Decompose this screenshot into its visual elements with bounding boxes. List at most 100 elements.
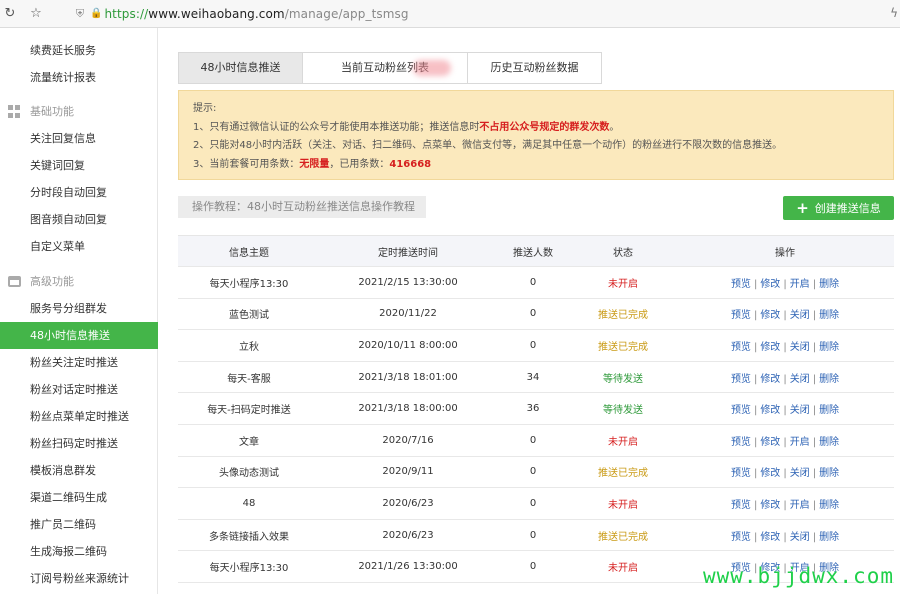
cell-count: 0	[496, 530, 570, 541]
edit-link[interactable]: 修改	[760, 532, 780, 543]
delete-link[interactable]: 删除	[819, 532, 839, 543]
sidebar-item-scan-push[interactable]: 粉丝扫码定时推送	[0, 430, 158, 457]
sidebar-item-keyword-reply[interactable]: 关键词回复	[0, 152, 158, 179]
cell-status: 推送已完成	[570, 306, 676, 321]
delete-link[interactable]: 删除	[819, 342, 839, 353]
notice-line-2: 2、只能对48小时内活跃（关注、对话、扫二维码、点菜单、微信支付等，满足其中任意…	[193, 137, 879, 156]
toggle-link[interactable]: 关闭	[790, 405, 810, 416]
edit-link[interactable]: 修改	[760, 374, 780, 385]
cell-topic: 每天-客服	[178, 370, 320, 385]
separator: |	[783, 310, 786, 321]
sidebar-group-basic: 基础功能	[0, 98, 158, 125]
toggle-link[interactable]: 关闭	[790, 310, 810, 321]
toggle-link[interactable]: 开启	[790, 279, 810, 290]
preview-link[interactable]: 预览	[731, 405, 751, 416]
preview-link[interactable]: 预览	[731, 500, 751, 511]
sidebar-item-48h-push[interactable]: 48小时信息推送	[0, 322, 158, 349]
cell-actions: 预览|修改|关闭|删除	[676, 370, 894, 385]
address-bar[interactable]: https://www.weihaobang.com/manage/app_ts…	[104, 7, 408, 21]
table-row: 头像动态测试2020/9/110推送已完成预览|修改|关闭|删除	[178, 457, 894, 489]
delete-link[interactable]: 删除	[819, 405, 839, 416]
toggle-link[interactable]: 开启	[790, 500, 810, 511]
star-icon[interactable]: ☆	[28, 6, 44, 22]
table-row: 每天-客服2021/3/18 18:01:0034等待发送预览|修改|关闭|删除	[178, 362, 894, 394]
separator: |	[754, 342, 757, 353]
sidebar-item-menu-push[interactable]: 粉丝点菜单定时推送	[0, 403, 158, 430]
edit-link[interactable]: 修改	[760, 310, 780, 321]
sidebar-item-renew[interactable]: 续费延长服务	[0, 37, 158, 64]
sidebar-item-group-send[interactable]: 服务号分组群发	[0, 295, 158, 322]
watermark: www.bjjdwx.com	[703, 564, 894, 588]
notice-text: ，已用条数：	[329, 159, 389, 170]
toggle-link[interactable]: 关闭	[790, 468, 810, 479]
sidebar-item-promoter-qrcode[interactable]: 推广员二维码	[0, 511, 158, 538]
edit-link[interactable]: 修改	[760, 405, 780, 416]
tab-48h-push[interactable]: 48小时信息推送	[179, 53, 303, 83]
cell-count: 0	[496, 466, 570, 477]
preview-link[interactable]: 预览	[731, 468, 751, 479]
toggle-link[interactable]: 关闭	[790, 342, 810, 353]
preview-link[interactable]: 预览	[731, 310, 751, 321]
edit-link[interactable]: 修改	[760, 437, 780, 448]
push-table: 信息主题 定时推送时间 推送人数 状态 操作 每天小程序13:302021/2/…	[178, 235, 894, 583]
cell-time: 2020/9/11	[320, 466, 496, 477]
delete-link[interactable]: 删除	[819, 374, 839, 385]
preview-link[interactable]: 预览	[731, 374, 751, 385]
delete-link[interactable]: 删除	[819, 437, 839, 448]
edit-link[interactable]: 修改	[760, 500, 780, 511]
delete-link[interactable]: 删除	[819, 468, 839, 479]
delete-link[interactable]: 删除	[819, 279, 839, 290]
notice-text: 1、只有通过微信认证的公众号才能使用本推送功能；推送信息时	[193, 122, 479, 133]
sidebar-item-timed-reply[interactable]: 分时段自动回复	[0, 179, 158, 206]
create-push-button[interactable]: + 创建推送信息	[783, 196, 894, 220]
delete-link[interactable]: 删除	[819, 310, 839, 321]
separator: |	[754, 310, 757, 321]
notice-text: 。	[609, 122, 619, 133]
preview-link[interactable]: 预览	[731, 437, 751, 448]
notice-box: 提示: 1、只有通过微信认证的公众号才能使用本推送功能；推送信息时不占用公众号规…	[178, 90, 894, 180]
reload-icon[interactable]: ↻	[2, 6, 18, 22]
sidebar-item-fans-source[interactable]: 订阅号粉丝来源统计	[0, 565, 158, 592]
preview-link[interactable]: 预览	[731, 342, 751, 353]
separator: |	[813, 500, 816, 511]
sidebar-item-traffic-report[interactable]: 流量统计报表	[0, 64, 158, 91]
lightning-icon[interactable]: ϟ	[890, 6, 898, 20]
url-protocol: https://	[104, 7, 148, 21]
cell-actions: 预览|修改|开启|删除	[676, 433, 894, 448]
cell-actions: 预览|修改|关闭|删除	[676, 338, 894, 353]
sidebar-item-media-reply[interactable]: 图音频自动回复	[0, 206, 158, 233]
cell-time: 2020/10/11 8:00:00	[320, 340, 496, 351]
separator: |	[754, 468, 757, 479]
delete-link[interactable]: 删除	[819, 500, 839, 511]
toggle-link[interactable]: 关闭	[790, 532, 810, 543]
preview-link[interactable]: 预览	[731, 532, 751, 543]
cell-count: 0	[496, 561, 570, 572]
cell-actions: 预览|修改|开启|删除	[676, 496, 894, 511]
notice-text: 3、当前套餐可用条数：	[193, 159, 299, 170]
edit-link[interactable]: 修改	[760, 342, 780, 353]
table-row: 每天小程序13:302021/2/15 13:30:000未开启预览|修改|开启…	[178, 267, 894, 299]
sidebar-item-channel-qrcode[interactable]: 渠道二维码生成	[0, 484, 158, 511]
tab-history-fans[interactable]: 历史互动粉丝数据	[468, 53, 601, 83]
sidebar-item-template-send[interactable]: 模板消息群发	[0, 457, 158, 484]
table-header: 信息主题 定时推送时间 推送人数 状态 操作	[178, 235, 894, 267]
edit-link[interactable]: 修改	[760, 279, 780, 290]
preview-link[interactable]: 预览	[731, 279, 751, 290]
separator: |	[783, 468, 786, 479]
shield-icon: ⛨	[72, 6, 88, 22]
tab-active-fans[interactable]: 当前互动粉丝列表	[303, 53, 468, 83]
sidebar-item-poster-qrcode[interactable]: 生成海报二维码	[0, 538, 158, 565]
cell-actions: 预览|修改|关闭|删除	[676, 401, 894, 416]
toggle-link[interactable]: 关闭	[790, 374, 810, 385]
sidebar-item-follow-push[interactable]: 粉丝关注定时推送	[0, 349, 158, 376]
url-domain: www.weihaobang.com	[148, 7, 284, 21]
edit-link[interactable]: 修改	[760, 468, 780, 479]
sidebar-item-custom-menu[interactable]: 自定义菜单	[0, 233, 158, 260]
cell-count: 36	[496, 403, 570, 414]
tutorial-link[interactable]: 操作教程：48小时互动粉丝推送信息操作教程	[178, 196, 426, 218]
browser-toolbar: ↻ ☆ ⛨ 🔒 https://www.weihaobang.com/manag…	[0, 0, 900, 28]
sidebar-item-follow-reply[interactable]: 关注回复信息	[0, 125, 158, 152]
toggle-link[interactable]: 开启	[790, 437, 810, 448]
sidebar-item-chat-push[interactable]: 粉丝对话定时推送	[0, 376, 158, 403]
notice-highlight: 不占用公众号规定的群发次数	[479, 122, 609, 133]
